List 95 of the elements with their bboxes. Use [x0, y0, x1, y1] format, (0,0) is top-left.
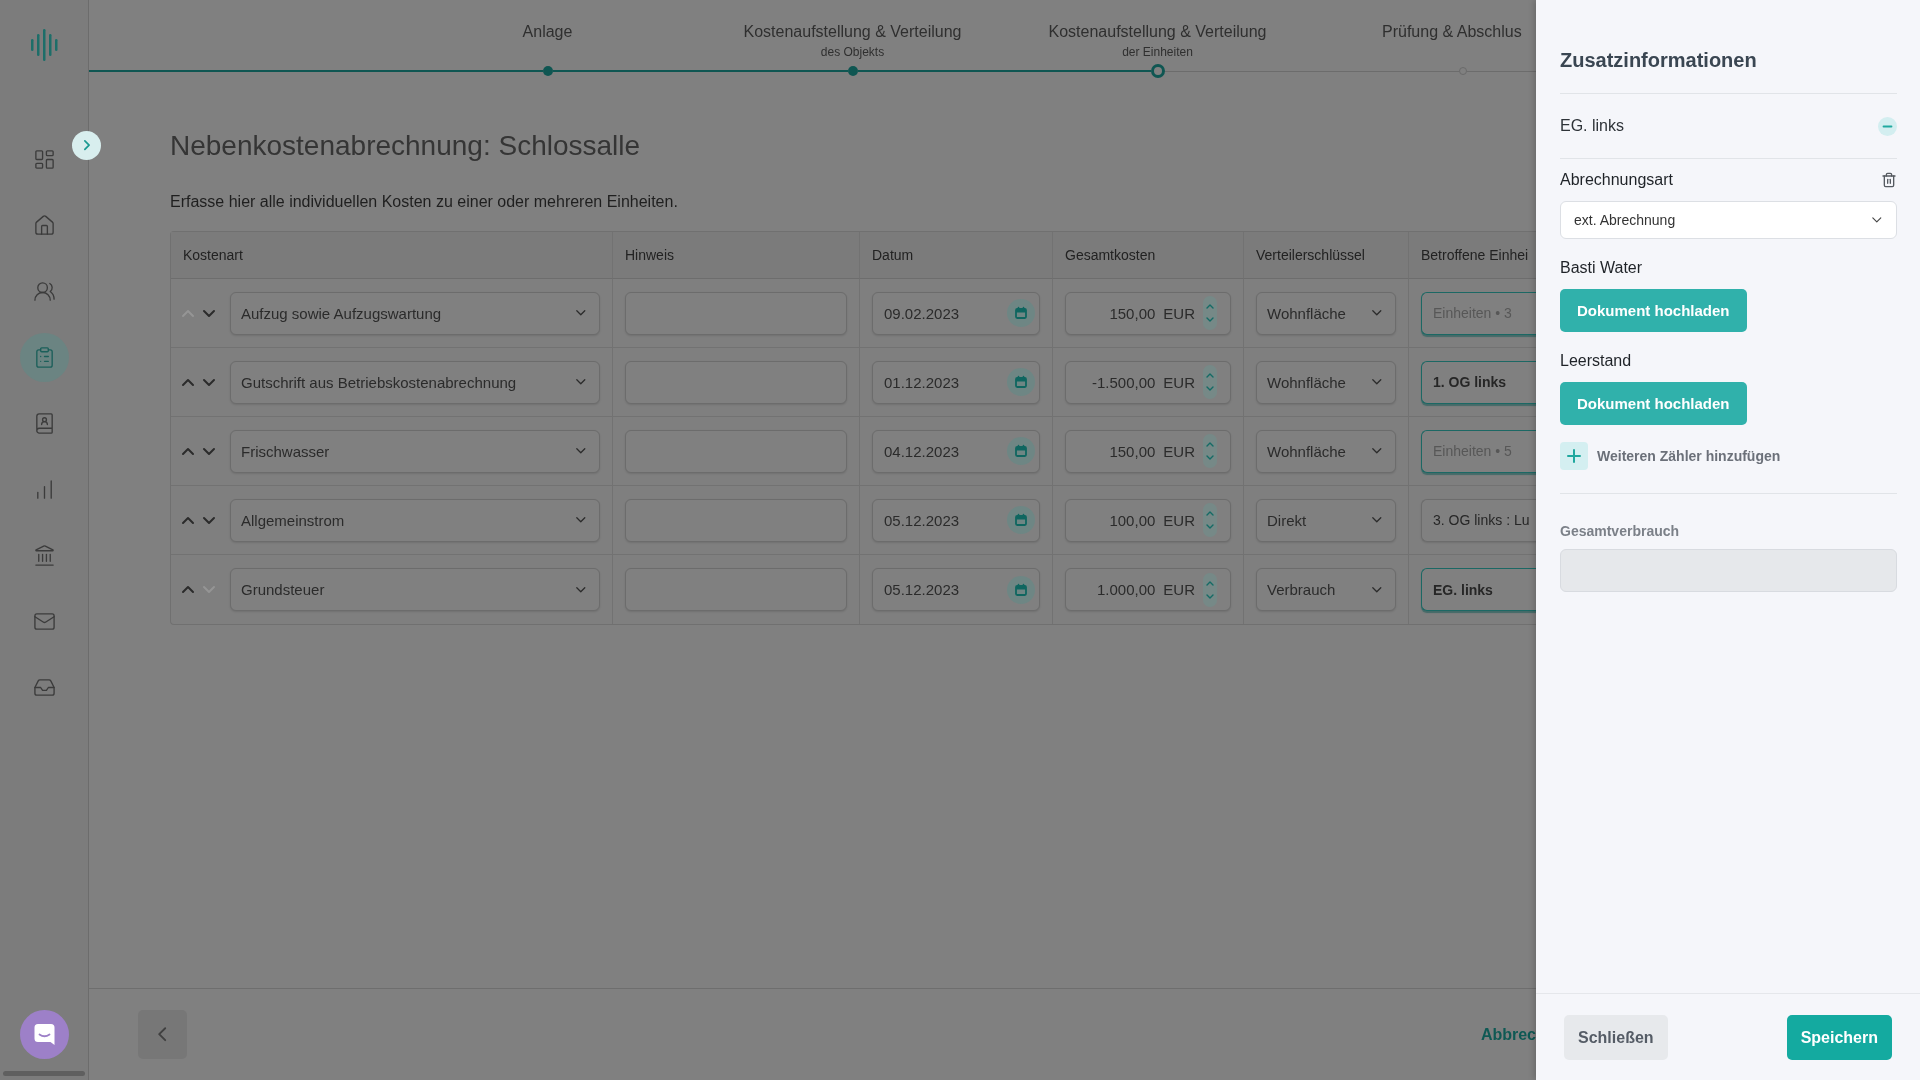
stepper-arrows-icon[interactable]: [1203, 434, 1217, 468]
field-label: Gesamtverbrauch: [1560, 522, 1681, 541]
chevron-down-icon: [576, 310, 586, 316]
distribution-key-select[interactable]: Wohnfläche: [1256, 360, 1396, 404]
unit-name: EG. links: [1560, 117, 1624, 135]
bank-icon: [32, 544, 56, 567]
panel-title: Zusatzinformationen: [1560, 48, 1758, 73]
step-title[interactable]: Kostenaufstellung & Verteilung: [1048, 22, 1267, 42]
amount-field[interactable]: -1.500,00 EUR: [1065, 360, 1231, 404]
column-header: Kostenart: [171, 232, 612, 279]
chevron-down-icon: [576, 448, 586, 454]
minus-icon[interactable]: [1878, 116, 1897, 136]
home-icon: [32, 214, 56, 237]
inbox-icon: [32, 676, 56, 699]
cost-type-select[interactable]: Allgemeinstrom: [230, 498, 600, 542]
amount-field[interactable]: 150,00 EUR: [1065, 291, 1231, 335]
distribution-key-select[interactable]: Wohnfläche: [1256, 291, 1396, 335]
cost-type-select[interactable]: Frischwasser: [230, 429, 600, 473]
amount-field[interactable]: 1.000,00 EUR: [1065, 568, 1231, 611]
amount-field[interactable]: 100,00 EUR: [1065, 498, 1231, 542]
meter-name: Leerstand: [1560, 351, 1633, 371]
chevron-down-icon: [1372, 310, 1382, 316]
calendar-icon[interactable]: [1007, 299, 1035, 327]
mail-icon: [32, 610, 56, 633]
plus-icon: [1560, 442, 1588, 470]
column-header: Gesamtkosten: [1052, 232, 1243, 279]
chevron-down-icon: [576, 379, 586, 385]
calendar-icon[interactable]: [1007, 368, 1035, 396]
people-icon: [32, 280, 56, 303]
step-title[interactable]: Prüfung & Abschlus: [1382, 22, 1522, 42]
amount-field[interactable]: 150,00 EUR: [1065, 429, 1231, 473]
chevron-down-icon: [1372, 586, 1382, 593]
chevron-down-icon: [1872, 217, 1882, 223]
calendar-icon[interactable]: [1007, 506, 1035, 534]
chevron-down-icon: [576, 586, 586, 593]
chevron-up-icon[interactable]: [182, 378, 194, 386]
chevron-down-icon[interactable]: [203, 309, 215, 317]
date-field[interactable]: 01.12.2023: [872, 360, 1040, 404]
column-header: Verteilerschlüssel: [1243, 232, 1408, 279]
column-header: Hinweis: [612, 232, 859, 279]
date-field[interactable]: 05.12.2023: [872, 498, 1040, 542]
cost-type-select[interactable]: Gutschrift aus Betriebskostenabrechnung: [230, 360, 600, 404]
chevron-down-icon: [576, 517, 586, 523]
upload-button[interactable]: Dokument hochladen: [1560, 382, 1747, 425]
save-button[interactable]: Speichern: [1786, 1015, 1892, 1060]
calendar-icon[interactable]: [1007, 575, 1035, 604]
dashboard-icon: [32, 148, 56, 171]
distribution-key-select[interactable]: Direkt: [1256, 498, 1396, 542]
step-subtitle: der Einheiten: [1122, 45, 1193, 59]
step-title[interactable]: Kostenaufstellung & Verteilung: [743, 22, 962, 42]
billing-type-select[interactable]: ext. Abrechnung: [1560, 201, 1897, 239]
date-field[interactable]: 04.12.2023: [872, 429, 1040, 473]
chevron-up-icon[interactable]: [182, 516, 194, 524]
column-header: Datum: [859, 232, 1052, 279]
field-label: Abrechnungsart: [1560, 170, 1673, 190]
chevron-down-icon[interactable]: [203, 378, 215, 386]
chevron-down-icon[interactable]: [203, 516, 215, 524]
close-button[interactable]: Schließen: [1564, 1015, 1668, 1060]
cancel-link[interactable]: Abbrec: [1480, 1025, 1536, 1044]
page-description: Erfasse hier alle individuellen Kosten zu einer oder mehreren Einheiten.: [170, 192, 679, 212]
logo-icon: [29, 29, 59, 61]
stepper-arrows-icon[interactable]: [1203, 365, 1217, 399]
cost-type-select[interactable]: Grundsteuer: [230, 568, 600, 611]
back-button[interactable]: [138, 1010, 187, 1059]
scrollbar-thumb[interactable]: [3, 1071, 85, 1076]
chevron-down-icon: [1372, 379, 1382, 385]
step-title[interactable]: Anlage: [522, 22, 573, 42]
stepper-arrows-icon[interactable]: [1203, 503, 1217, 537]
meter-name: Basti Water: [1560, 258, 1644, 278]
trash-icon[interactable]: [1881, 172, 1897, 188]
column-header: Betroffene Einhei: [1408, 232, 1536, 279]
stepper-arrows-icon[interactable]: [1203, 572, 1217, 607]
add-meter-button[interactable]: Weiteren Zähler hinzufügen: [1560, 442, 1781, 470]
page-title: Nebenkostenabrechnung: Schlossalle: [170, 129, 642, 163]
chevron-up-icon[interactable]: [182, 586, 194, 593]
chevron-left-icon: [158, 1027, 167, 1042]
units-field[interactable]: 1. OG links: [1421, 360, 1536, 404]
stepper-arrows-icon[interactable]: [1203, 296, 1217, 330]
units-field[interactable]: 3. OG links : Lu: [1421, 498, 1536, 542]
units-field[interactable]: EG. links: [1421, 568, 1536, 611]
step-subtitle: des Objekts: [820, 45, 885, 59]
chevron-up-icon[interactable]: [182, 447, 194, 455]
upload-button[interactable]: Dokument hochladen: [1560, 289, 1747, 332]
chevron-down-icon[interactable]: [203, 447, 215, 455]
sidebar-nav-item[interactable]: [19, 333, 69, 382]
cost-type-select[interactable]: Aufzug sowie Aufzugswartung: [230, 291, 600, 335]
distribution-key-select[interactable]: Verbrauch: [1256, 568, 1396, 611]
chevron-down-icon: [1372, 448, 1382, 454]
chevron-right-icon: [83, 140, 90, 151]
date-field[interactable]: 05.12.2023: [872, 568, 1040, 611]
calendar-icon[interactable]: [1007, 437, 1035, 465]
date-field[interactable]: 09.02.2023: [872, 291, 1040, 335]
chevron-down-icon: [1372, 517, 1382, 523]
distribution-key-select[interactable]: Wohnfläche: [1256, 429, 1396, 473]
chat-icon[interactable]: [19, 1010, 69, 1059]
